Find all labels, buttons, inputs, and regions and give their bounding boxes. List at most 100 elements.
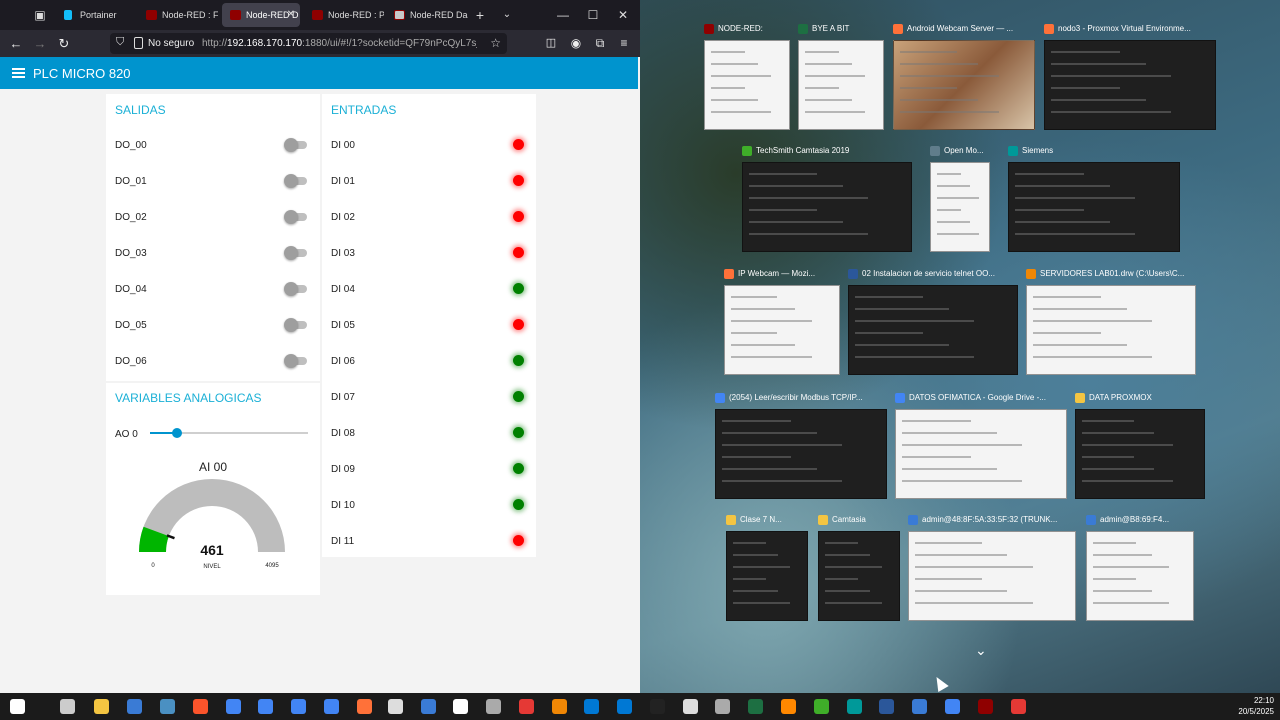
excel-icon[interactable] [748,699,763,714]
output-switch[interactable] [284,246,307,260]
app-icon[interactable] [617,699,632,714]
maximize-icon[interactable]: ☐ [578,0,608,30]
output-switch[interactable] [284,174,307,188]
vlc-icon[interactable] [781,699,796,714]
browser-icon[interactable] [127,699,142,714]
new-tab-icon[interactable]: + [470,0,490,30]
insecure-lock-icon[interactable] [134,37,143,49]
tab-overview-icon[interactable]: ▣ [30,0,50,30]
chrome-icon[interactable] [291,699,306,714]
window-title[interactable]: SERVIDORES LAB01.drw (C:\Users\C... [1026,269,1196,280]
app-icon[interactable] [421,699,436,714]
task-view-icon[interactable] [60,699,75,714]
ao0-slider[interactable] [150,427,308,439]
window-thumbnail[interactable] [930,162,990,252]
window-title[interactable]: 02 Instalacion de servicio telnet OO... [848,269,1018,280]
app-icon[interactable] [388,699,403,714]
window-thumbnail[interactable] [818,531,900,621]
slider-thumb[interactable] [171,428,182,438]
window-thumbnail[interactable] [798,40,884,130]
network-icon[interactable] [486,699,501,714]
output-switch[interactable] [284,138,307,152]
minimize-icon[interactable]: — [548,0,578,30]
window-thumbnail[interactable] [895,409,1067,499]
output-switch[interactable] [284,282,307,296]
camtasia-icon[interactable] [1011,699,1026,714]
reload-icon[interactable]: ↻ [52,30,76,57]
windows-start-icon[interactable] [10,699,25,714]
window-thumbnail[interactable] [1008,162,1180,252]
chrome-icon[interactable] [226,699,241,714]
nodered-icon[interactable] [978,699,993,714]
window-thumbnail[interactable] [715,409,887,499]
chevron-down-icon[interactable]: ⌄ [975,642,987,659]
window-thumbnail[interactable] [848,285,1018,375]
tab-nodered-dashboard[interactable]: Node-RED D ✕ [222,3,300,27]
close-window-icon[interactable]: ✕ [608,0,638,30]
window-thumbnail[interactable] [908,531,1076,621]
filezilla-icon[interactable] [519,699,534,714]
app-icon[interactable] [552,699,567,714]
window-thumbnail[interactable] [1044,40,1216,130]
window-title[interactable]: admin@B8:69:F4... [1086,515,1194,526]
tia-icon[interactable] [847,699,862,714]
window-title[interactable]: DATA PROXMOX [1075,393,1205,404]
close-tab-icon[interactable]: ✕ [287,3,295,27]
window-thumbnail[interactable] [724,285,840,375]
account-icon[interactable]: ◉ [564,30,588,57]
window-thumbnail[interactable] [1086,531,1194,621]
pocket-icon[interactable]: ◫ [539,30,563,57]
chrome-icon[interactable] [258,699,273,714]
window-thumbnail[interactable] [1075,409,1205,499]
window-title[interactable]: (2054) Leer/escribir Modbus TCP/IP... [715,393,887,404]
url-text[interactable]: http://192.168.170.170:1880/ui/#!/1?sock… [202,33,477,54]
window-thumbnail[interactable] [726,531,808,621]
app-icon[interactable] [584,699,599,714]
window-title[interactable]: Android Webcam Server — ... [893,24,1035,35]
url-bar[interactable]: ⛉ No seguro http://192.168.170.170:1880/… [110,33,507,54]
notepad-icon[interactable] [453,699,468,714]
app-icon[interactable] [160,699,175,714]
brave-icon[interactable] [193,699,208,714]
window-thumbnail[interactable] [1026,285,1196,375]
bookmark-star-icon[interactable]: ☆ [490,33,501,54]
app-icon[interactable] [912,699,927,714]
tab-nodered-dashboard-2[interactable]: Node-RED Das [386,3,468,27]
shield-icon[interactable]: ⛉ [116,36,124,49]
window-title[interactable]: BYE A BIT [798,24,884,35]
window-title[interactable]: Open Mo... [930,146,990,157]
extensions-icon[interactable]: ⧉ [588,30,612,57]
output-switch[interactable] [284,210,307,224]
firefox-icon[interactable] [357,699,372,714]
window-title[interactable]: Camtasia [818,515,900,526]
window-title[interactable]: NODE-RED: [704,24,790,35]
window-title[interactable]: TechSmith Camtasia 2019 [742,146,912,157]
window-title[interactable]: Clase 7 N... [726,515,808,526]
camtasia-icon[interactable] [814,699,829,714]
file-explorer-icon[interactable] [94,699,109,714]
output-switch[interactable] [284,318,307,332]
chrome-icon[interactable] [945,699,960,714]
terminal-icon[interactable] [650,699,665,714]
app-icon[interactable] [715,699,730,714]
chrome-icon[interactable] [324,699,339,714]
window-thumbnail[interactable] [704,40,790,130]
tab-portainer[interactable]: Portainer [56,3,134,27]
window-title[interactable]: Siemens [1008,146,1180,157]
chevron-down-icon[interactable]: ⌄ [497,0,517,30]
window-thumbnail[interactable] [893,40,1035,130]
output-switch[interactable] [284,354,307,368]
taskbar-clock[interactable]: 22:10 20/5/2025 [1238,695,1274,717]
back-icon[interactable]: ← [4,30,28,57]
tab-nodered-plc[interactable]: Node-RED : PL [304,3,384,27]
tab-nodered-flow[interactable]: Node-RED : Flo [138,3,218,27]
word-icon[interactable] [879,699,894,714]
hamburger-menu-icon[interactable] [12,68,25,78]
window-title[interactable]: DATOS OFIMATICA - Google Drive -... [895,393,1067,404]
window-title[interactable]: nodo3 - Proxmox Virtual Environme... [1044,24,1216,35]
app-icon[interactable] [683,699,698,714]
window-title[interactable]: admin@48:8F:5A:33:5F:32 (TRUNK... [908,515,1076,526]
window-thumbnail[interactable] [742,162,912,252]
forward-icon[interactable]: → [28,30,52,57]
window-title[interactable]: IP Webcam — Mozi... [724,269,840,280]
